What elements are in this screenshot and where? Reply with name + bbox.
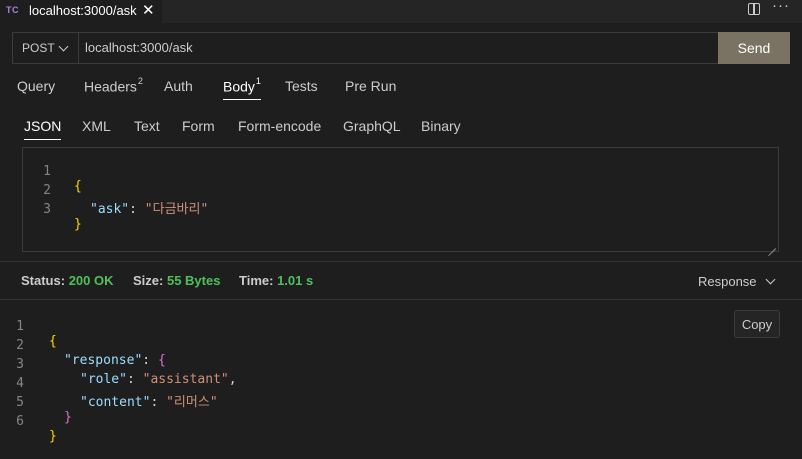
tab-headers-label: Headers [84, 78, 137, 95]
response-line: 6 } [0, 399, 57, 444]
line-number: 3 [43, 202, 51, 217]
status-label: Status: [21, 273, 66, 288]
size-value: 55 Bytes [166, 273, 221, 288]
close-brace: } [49, 429, 57, 444]
request-bar: POST localhost:3000/ask Send [12, 32, 790, 64]
thunder-client-icon: TC [6, 5, 19, 15]
tab-auth-label: Auth [164, 78, 193, 94]
tab-auth[interactable]: Auth [164, 78, 193, 94]
editor-line: 1 { [23, 149, 82, 194]
tab-pre-run[interactable]: Pre Run [345, 78, 396, 94]
close-brace: } [74, 217, 82, 232]
tab-query-label: Query [17, 78, 56, 94]
chevron-down-icon[interactable] [765, 274, 776, 285]
json-value: "다금바리" [144, 202, 209, 217]
status-info: Status: 200 OK [21, 273, 114, 288]
send-button[interactable]: Send [718, 32, 790, 64]
tab-query[interactable]: Query [17, 78, 55, 94]
tab-pre-run-label: Pre Run [345, 78, 397, 94]
method-select[interactable]: POST [13, 33, 79, 63]
body-count-badge: 1 [255, 76, 261, 86]
open-brace: { [49, 334, 57, 349]
url-input[interactable]: localhost:3000/ask [85, 40, 193, 55]
tab-body[interactable]: Body1 [223, 76, 261, 100]
open-brace: { [157, 353, 166, 368]
json-key: "response" [64, 353, 143, 368]
copy-button[interactable]: Copy [734, 310, 780, 338]
headers-count-badge: 2 [137, 76, 143, 86]
json-value: "assistant" [142, 372, 229, 387]
body-tab-xml[interactable]: XML [82, 118, 111, 134]
divider [0, 261, 802, 262]
json-value: "리머스" [166, 395, 218, 410]
json-key: "content" [80, 395, 151, 410]
time-label: Time: [239, 273, 274, 288]
json-colon: : [129, 202, 145, 217]
response-line: 2 "response": { [0, 323, 166, 368]
response-line: 4 "content": "리머스" [0, 361, 217, 410]
response-view-select[interactable]: Response [698, 274, 757, 289]
response-line: 3 "role": "assistant", [0, 342, 236, 387]
method-label: POST [22, 41, 55, 55]
tab-title: localhost:3000/ask [29, 3, 137, 18]
response-line: 1 { [0, 304, 57, 349]
body-tab-json[interactable]: JSON [24, 118, 62, 140]
resize-handle-icon[interactable] [768, 241, 776, 249]
size-info: Size: 55 Bytes [133, 273, 220, 288]
split-editor-icon[interactable] [748, 3, 760, 15]
request-body-editor[interactable]: 1 { 2 "ask": "다금바리" 3 } [22, 147, 779, 252]
body-tab-form[interactable]: Form [182, 118, 215, 134]
editor-line: 2 "ask": "다금바리" [23, 168, 208, 217]
tab-body-label: Body [223, 78, 255, 95]
request-tab[interactable]: TC localhost:3000/ask ✕ [0, 0, 162, 23]
divider [0, 299, 802, 300]
body-tab-text[interactable]: Text [134, 118, 160, 134]
time-info: Time: 1.01 s [239, 273, 313, 288]
tab-tests[interactable]: Tests [285, 78, 318, 94]
chevron-down-icon [58, 41, 69, 52]
close-brace: } [64, 410, 72, 425]
json-key: "ask" [90, 202, 130, 217]
tab-headers[interactable]: Headers2 [84, 76, 143, 95]
tab-tests-label: Tests [285, 78, 318, 94]
editor-tab-bar: TC localhost:3000/ask ✕ ··· [0, 0, 802, 23]
size-label: Size: [133, 273, 164, 288]
close-icon[interactable]: ✕ [142, 1, 155, 19]
open-brace: { [74, 179, 82, 194]
more-actions-icon[interactable]: ··· [772, 0, 790, 14]
status-value: 200 OK [68, 273, 114, 288]
time-value: 1.01 s [277, 273, 314, 288]
editor-line: 3 } [23, 187, 82, 232]
body-tab-binary[interactable]: Binary [421, 118, 461, 134]
response-line: 5 } [0, 380, 72, 425]
body-tab-graphql[interactable]: GraphQL [343, 118, 401, 134]
body-tab-form-encode[interactable]: Form-encode [238, 118, 321, 134]
json-key: "role" [80, 372, 127, 387]
